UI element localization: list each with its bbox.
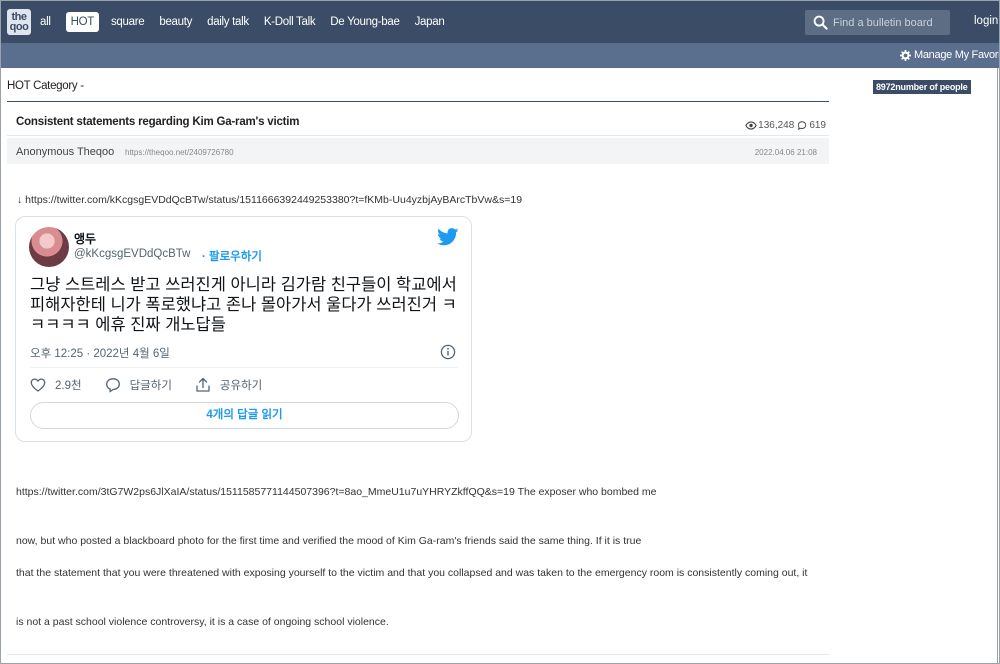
search-icon[interactable] (813, 15, 828, 30)
post-paragraph: now, but who posted a blackboard photo f… (16, 535, 642, 547)
reply-bubble-icon (105, 378, 120, 393)
post-paragraph: is not a past school violence controvers… (16, 616, 389, 628)
reply-button[interactable]: 답글하기 (105, 377, 172, 393)
view-count: 136,248 (758, 120, 795, 131)
share-label: 공유하기 (219, 380, 263, 392)
tweet-divider (30, 367, 458, 368)
nav-item-all[interactable]: all (40, 12, 51, 32)
site-logo[interactable]: the qoo (7, 9, 31, 35)
nav-item-square[interactable]: square (111, 12, 145, 32)
nav-item-de-young-bae[interactable]: De Young-bae (330, 12, 400, 32)
eye-icon (745, 121, 757, 130)
board-search (805, 10, 950, 35)
window-edge (997, 68, 998, 664)
main-nav: all HOT square beauty daily talk K-Doll … (40, 12, 459, 32)
tweet-timestamp[interactable]: 오후 12:25 · 2022년 4월 6일 (30, 345, 170, 361)
post-stats: 136,248 619 (745, 120, 826, 131)
nav-item-beauty[interactable]: beauty (159, 12, 192, 32)
nav-item-hot[interactable]: HOT (65, 12, 99, 32)
embedded-tweet: 앵두 @kKcgsgEVDdQcBTw · 팔로우하기 그냥 스트레스 받고 쓰… (15, 216, 472, 442)
people-count-badge: 8972number of people (873, 80, 971, 94)
tweet-follow-button[interactable]: · 팔로우하기 (202, 248, 262, 264)
post-paragraph: https://twitter.com/3tG7W2ps6JlXaIA/stat… (16, 486, 657, 498)
tweet-author-name[interactable]: 앵두 (74, 230, 96, 247)
like-button[interactable]: 2.9천 (30, 377, 82, 393)
source-link[interactable]: ↓ https://twitter.com/kKcgsgEVDdQcBTw/st… (17, 194, 522, 206)
post-permalink[interactable]: https://theqoo.net/2409726780 (125, 148, 234, 157)
gear-icon (900, 49, 911, 61)
share-button[interactable]: 공유하기 (195, 377, 262, 393)
reply-label: 답글하기 (129, 380, 172, 392)
login-link[interactable]: login (974, 15, 998, 27)
read-replies-button[interactable]: 4개의 답글 읽기 (30, 402, 459, 429)
manage-favorites-button[interactable]: Manage My Favorites (900, 49, 1000, 61)
tweet-actions: 2.9천 답글하기 공유하기 (30, 377, 285, 393)
post-date: 2022.04.06 21:08 (754, 148, 817, 157)
info-icon[interactable] (440, 344, 456, 360)
category-divider (7, 101, 829, 102)
post-title: Consistent statements regarding Kim Ga-r… (16, 116, 300, 128)
category-heading: HOT Category - (7, 80, 84, 92)
share-icon (196, 377, 210, 392)
post-meta-row: Anonymous Theqoo https://theqoo.net/2409… (7, 138, 829, 164)
post-bottom-divider (7, 654, 829, 655)
like-count: 2.9천 (55, 380, 82, 392)
heart-icon (30, 378, 46, 392)
nav-item-japan[interactable]: Japan (415, 12, 445, 32)
tweet-author-handle[interactable]: @kKcgsgEVDdQcBTw (74, 248, 191, 260)
post-author: Anonymous Theqoo (16, 146, 115, 158)
nav-item-k-doll-talk[interactable]: K-Doll Talk (264, 12, 316, 32)
post-paragraph: that the statement that you were threate… (16, 567, 808, 579)
search-input[interactable] (832, 10, 947, 35)
avatar[interactable] (29, 227, 69, 267)
twitter-bird-icon[interactable] (437, 228, 459, 246)
comment-count: 619 (809, 120, 826, 131)
manage-favorites-label: Manage My Favorites (914, 49, 1000, 61)
comment-icon (798, 121, 807, 130)
board-name[interactable]: HOT (7, 80, 30, 92)
tweet-text: 그냥 스트레스 받고 쓰러진게 아니라 김가람 친구들이 학교에서 피해자한테 … (30, 276, 457, 334)
post-title-row: Consistent statements regarding Kim Ga-r… (7, 108, 829, 136)
nav-item-daily-talk[interactable]: daily talk (207, 12, 249, 32)
sub-navigation-bar: Manage My Favorites (0, 43, 1000, 68)
top-navigation-bar: the qoo all HOT square beauty daily talk … (0, 0, 1000, 43)
category-label: Category - (33, 80, 84, 92)
